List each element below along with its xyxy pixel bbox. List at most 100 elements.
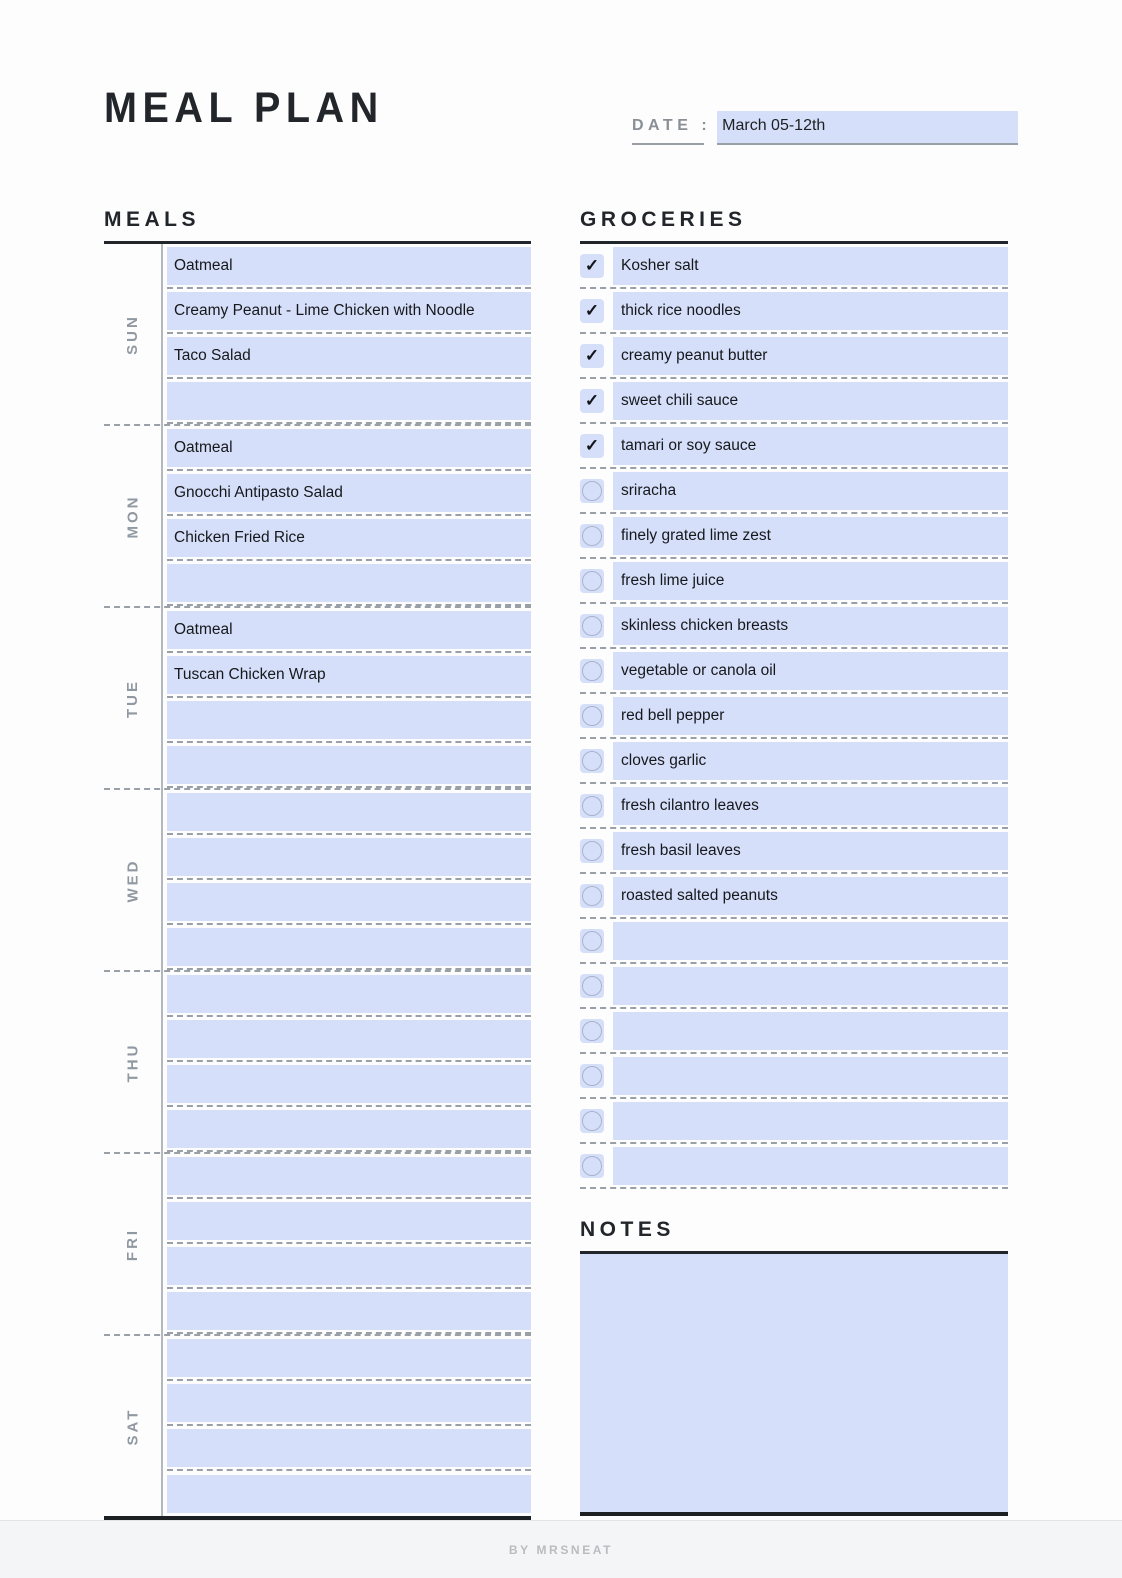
meal-input[interactable] bbox=[167, 1428, 531, 1467]
meal-input[interactable] bbox=[167, 792, 531, 831]
meal-row bbox=[167, 698, 531, 743]
empty-circle-icon bbox=[582, 660, 602, 681]
meal-input[interactable]: Gnocchi Antipasto Salad bbox=[167, 473, 531, 512]
grocery-input[interactable]: fresh basil leaves bbox=[613, 831, 1008, 870]
date-label-underline bbox=[632, 143, 704, 145]
checkbox-unchecked-icon[interactable] bbox=[580, 613, 604, 638]
grocery-input[interactable]: vegetable or canola oil bbox=[613, 651, 1008, 690]
checkbox-unchecked-icon[interactable] bbox=[580, 748, 604, 773]
grocery-input[interactable]: Kosher salt bbox=[613, 246, 1008, 285]
checkbox-unchecked-icon[interactable] bbox=[580, 1018, 604, 1043]
grocery-row: vegetable or canola oil bbox=[580, 649, 1008, 694]
day-label: WED bbox=[124, 858, 141, 902]
grocery-input[interactable]: fresh lime juice bbox=[613, 561, 1008, 600]
grocery-input[interactable]: roasted salted peanuts bbox=[613, 876, 1008, 915]
grocery-input[interactable]: skinless chicken breasts bbox=[613, 606, 1008, 645]
meal-row: Oatmeal bbox=[167, 426, 531, 471]
meal-day-group: FRI bbox=[104, 1152, 531, 1334]
meal-input[interactable] bbox=[167, 927, 531, 966]
checkbox-checked-icon[interactable]: ✓ bbox=[580, 343, 604, 368]
checkbox-unchecked-icon[interactable] bbox=[580, 478, 604, 503]
notes-textarea[interactable] bbox=[580, 1254, 1008, 1516]
grocery-row bbox=[580, 1009, 1008, 1054]
checkbox-checked-icon[interactable]: ✓ bbox=[580, 298, 604, 323]
grocery-input[interactable]: finely grated lime zest bbox=[613, 516, 1008, 555]
grocery-input[interactable]: fresh cilantro leaves bbox=[613, 786, 1008, 825]
meal-input[interactable] bbox=[167, 745, 531, 784]
meal-input[interactable] bbox=[167, 381, 531, 420]
meal-input[interactable] bbox=[167, 1109, 531, 1148]
checkbox-unchecked-icon[interactable] bbox=[580, 1063, 604, 1088]
checkbox-unchecked-icon[interactable] bbox=[580, 658, 604, 683]
meal-input[interactable]: Creamy Peanut - Lime Chicken with Noodle bbox=[167, 291, 531, 330]
checkbox-unchecked-icon[interactable] bbox=[580, 838, 604, 863]
grocery-input[interactable]: red bell pepper bbox=[613, 696, 1008, 735]
meal-input[interactable]: Taco Salad bbox=[167, 336, 531, 375]
meal-input[interactable] bbox=[167, 837, 531, 876]
grocery-input[interactable]: creamy peanut butter bbox=[613, 336, 1008, 375]
checkbox-unchecked-icon[interactable] bbox=[580, 793, 604, 818]
checkbox-checked-icon[interactable]: ✓ bbox=[580, 253, 604, 278]
day-label-cell: THU bbox=[104, 972, 161, 1152]
checkbox-checked-icon[interactable]: ✓ bbox=[580, 388, 604, 413]
day-label-cell: MON bbox=[104, 426, 161, 606]
grocery-input[interactable]: thick rice noodles bbox=[613, 291, 1008, 330]
checkbox-unchecked-icon[interactable] bbox=[580, 568, 604, 593]
grocery-input[interactable] bbox=[613, 966, 1008, 1005]
grocery-row: ✓ sweet chili sauce bbox=[580, 379, 1008, 424]
grocery-input[interactable]: cloves garlic bbox=[613, 741, 1008, 780]
grocery-row bbox=[580, 1144, 1008, 1189]
meal-input[interactable] bbox=[167, 1156, 531, 1195]
grocery-input[interactable] bbox=[613, 1101, 1008, 1140]
meal-input[interactable]: Oatmeal bbox=[167, 246, 531, 285]
meals-heading: MEALS bbox=[104, 208, 200, 231]
grocery-row: cloves garlic bbox=[580, 739, 1008, 784]
grocery-input[interactable] bbox=[613, 1011, 1008, 1050]
grocery-row: finely grated lime zest bbox=[580, 514, 1008, 559]
checkbox-unchecked-icon[interactable] bbox=[580, 523, 604, 548]
grocery-input[interactable] bbox=[613, 1146, 1008, 1185]
checkbox-checked-icon[interactable]: ✓ bbox=[580, 433, 604, 458]
meal-input[interactable] bbox=[167, 1383, 531, 1422]
checkbox-unchecked-icon[interactable] bbox=[580, 973, 604, 998]
meal-input[interactable]: Tuscan Chicken Wrap bbox=[167, 655, 531, 694]
meal-input[interactable]: Oatmeal bbox=[167, 610, 531, 649]
checkbox-unchecked-icon[interactable] bbox=[580, 928, 604, 953]
meal-row bbox=[167, 835, 531, 880]
meal-row bbox=[167, 925, 531, 970]
grocery-row: roasted salted peanuts bbox=[580, 874, 1008, 919]
date-input[interactable]: March 05-12th bbox=[717, 111, 1018, 145]
empty-circle-icon bbox=[582, 1155, 602, 1176]
day-label-cell: WED bbox=[104, 790, 161, 970]
meal-input[interactable] bbox=[167, 563, 531, 602]
meal-input[interactable] bbox=[167, 974, 531, 1013]
grocery-input[interactable]: tamari or soy sauce bbox=[613, 426, 1008, 465]
empty-circle-icon bbox=[582, 615, 602, 636]
meal-input[interactable] bbox=[167, 1291, 531, 1330]
meal-row bbox=[167, 1107, 531, 1152]
checkbox-unchecked-icon[interactable] bbox=[580, 883, 604, 908]
meal-row: Oatmeal bbox=[167, 608, 531, 653]
meal-input[interactable] bbox=[167, 1474, 531, 1513]
meal-input[interactable] bbox=[167, 1019, 531, 1058]
meal-input[interactable]: Chicken Fried Rice bbox=[167, 518, 531, 557]
meal-input[interactable] bbox=[167, 700, 531, 739]
meal-input[interactable] bbox=[167, 1201, 531, 1240]
meal-input[interactable] bbox=[167, 882, 531, 921]
grocery-row: ✓ creamy peanut butter bbox=[580, 334, 1008, 379]
meal-input[interactable]: Oatmeal bbox=[167, 428, 531, 467]
meal-input[interactable] bbox=[167, 1246, 531, 1285]
meal-row bbox=[167, 1199, 531, 1244]
page-title: MEAL PLAN bbox=[104, 84, 384, 132]
day-meal-rows: Oatmeal Creamy Peanut - Lime Chicken with… bbox=[161, 244, 531, 424]
checkbox-unchecked-icon[interactable] bbox=[580, 1108, 604, 1133]
checkbox-unchecked-icon[interactable] bbox=[580, 703, 604, 728]
meal-input[interactable] bbox=[167, 1338, 531, 1377]
meal-input[interactable] bbox=[167, 1064, 531, 1103]
checkbox-unchecked-icon[interactable] bbox=[580, 1153, 604, 1178]
grocery-input[interactable] bbox=[613, 1056, 1008, 1095]
grocery-input[interactable] bbox=[613, 921, 1008, 960]
grocery-input[interactable]: sweet chili sauce bbox=[613, 381, 1008, 420]
empty-circle-icon bbox=[582, 480, 602, 501]
grocery-input[interactable]: sriracha bbox=[613, 471, 1008, 510]
